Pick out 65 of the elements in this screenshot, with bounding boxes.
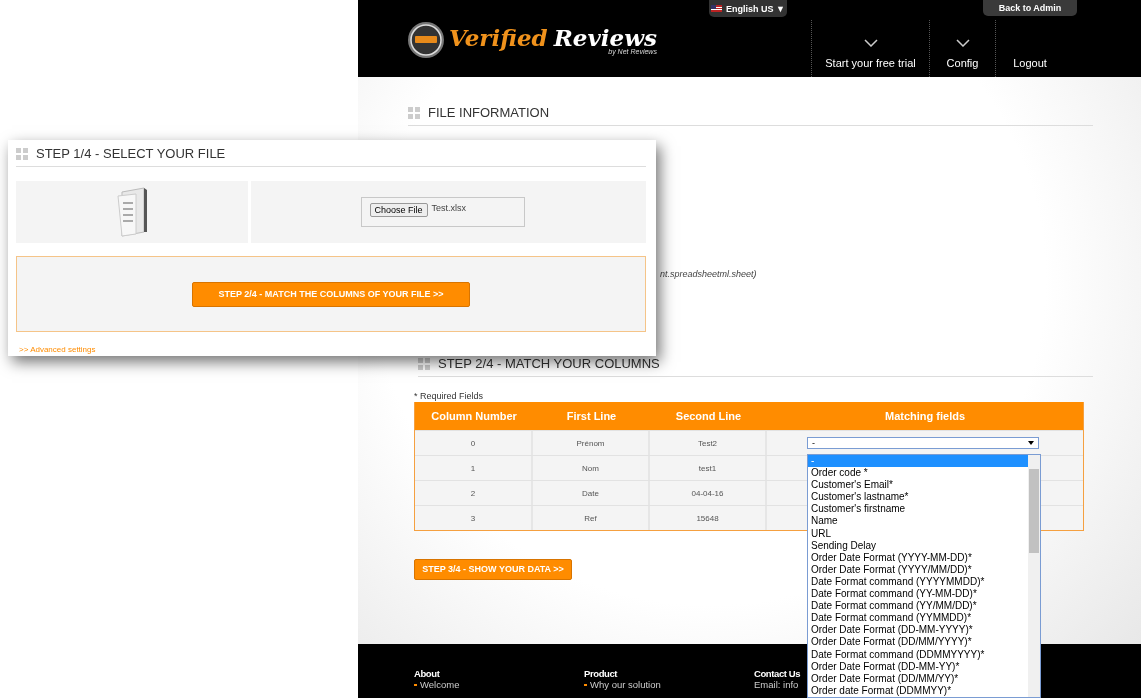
required-fields-note: * Required Fields (414, 391, 485, 401)
dropdown-option[interactable]: Date Format command (DDMMYYYY)* (808, 648, 1028, 661)
table-cell: Nom (533, 456, 650, 480)
table-cell: 04-04-16 (650, 481, 767, 505)
nav-item[interactable]: Config (929, 20, 995, 77)
column-header: First Line (565, 409, 618, 424)
dropdown-option[interactable]: Date Format command (YY/MM/DD)* (808, 600, 1028, 613)
table-cell: 15648 (650, 506, 767, 530)
scrollbar[interactable] (1028, 455, 1040, 697)
grip-icon (418, 357, 430, 370)
nav-item[interactable]: Start your free trial (811, 20, 929, 77)
dropdown-option[interactable]: URL (808, 527, 1028, 540)
file-name: Test.xlsx (431, 203, 467, 213)
dropdown-option[interactable]: Order Date Format (DD-MM-YYYY)* (808, 624, 1028, 637)
chevron-down-icon (863, 39, 878, 47)
footer-heading: Product (584, 668, 618, 679)
dropdown-option[interactable]: Customer's Email* (808, 479, 1028, 492)
column-header: Second Line (674, 409, 743, 424)
dropdown-option[interactable]: Order date Format (DDMMYY)* (808, 684, 1028, 697)
matching-field-select[interactable]: - (807, 437, 1039, 449)
dropdown-option[interactable]: Customer's lastname* (808, 491, 1028, 504)
table-cell: Date (533, 481, 650, 505)
table-cell: Ref (533, 506, 650, 530)
language-button[interactable]: English US ▼ (709, 0, 787, 17)
grip-icon (16, 147, 28, 160)
section-title: FILE INFORMATION (428, 105, 550, 120)
footer-link[interactable]: Why our solution (584, 679, 661, 690)
section-title: STEP 2/4 - MATCH YOUR COLUMNS (438, 356, 660, 371)
document-folder-icon (114, 186, 150, 238)
dropdown-arrow-icon (1028, 441, 1034, 445)
flag-icon (711, 5, 723, 12)
dropdown-option[interactable]: Sending Delay (808, 539, 1028, 552)
section-title: STEP 1/4 - SELECT YOUR FILE (36, 146, 226, 161)
chevron-down-icon (955, 39, 970, 47)
choose-file-button[interactable]: Choose File (369, 203, 428, 217)
logo-badge-icon (407, 21, 445, 59)
back-to-admin-button[interactable]: Back to Admin (983, 0, 1077, 16)
column-header: Column Number (430, 409, 518, 424)
dropdown-option[interactable]: Order Date Format (YYYY-MM-DD)* (808, 551, 1028, 564)
table-cell: test1 (650, 456, 767, 480)
dropdown-option[interactable]: Order Date Format (DD/MM/YYYY)* (808, 636, 1028, 649)
dropdown-option[interactable]: Date Format command (YY-MM-DD)* (808, 588, 1028, 601)
footer-link[interactable]: Welcome (414, 679, 460, 690)
table-cell: 0 (415, 431, 533, 455)
dropdown-option[interactable]: Customer's firstname (808, 503, 1028, 516)
dropdown-option[interactable]: Order Date Format (DD-MM-YY)* (808, 660, 1028, 673)
dropdown-option[interactable]: Name (808, 515, 1028, 528)
table-cell: 3 (415, 506, 533, 530)
table-cell: 1 (415, 456, 533, 480)
file-type-note: nt.spreadsheetml.sheet) (660, 269, 757, 279)
table-cell: Test2 (650, 431, 767, 455)
column-header: Matching fields (883, 409, 967, 424)
footer-heading: Contact Us (754, 668, 801, 679)
dropdown-option[interactable]: Date Format command (YYMMDD)* (808, 612, 1028, 625)
dropdown-option[interactable]: Order Date Format (YYYY/MM/DD)* (808, 563, 1028, 576)
dropdown-option[interactable]: Order Date Format (DD/MM/YY)* (808, 672, 1028, 685)
footer-text: Email: info (754, 679, 799, 690)
grip-icon (408, 106, 420, 119)
nav-item[interactable]: Logout (995, 20, 1064, 77)
footer-heading: About (414, 668, 440, 679)
dropdown-option[interactable]: Order code * (808, 467, 1028, 480)
table-cell: Prénom (533, 431, 650, 455)
file-input-field[interactable]: Choose File Test.xlsx (360, 197, 525, 227)
dropdown-option[interactable]: Date Format command (YYYYMMDD)* (808, 575, 1028, 589)
table-cell: 2 (415, 481, 533, 505)
